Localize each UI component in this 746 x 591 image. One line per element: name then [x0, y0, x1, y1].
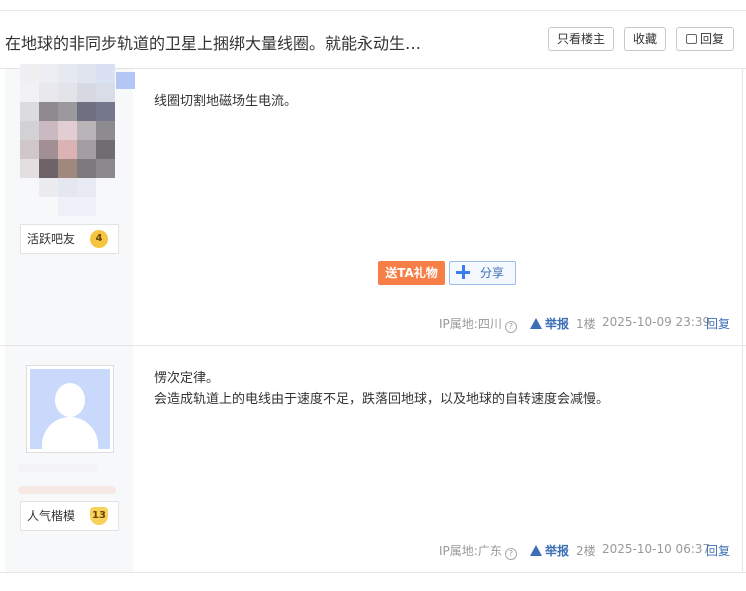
report-link[interactable]: 举报	[530, 542, 569, 559]
floor-number: 2楼	[576, 544, 596, 558]
default-avatar-icon	[30, 369, 110, 449]
ip-location: IP属地:广东?	[439, 542, 517, 560]
reply-link[interactable]: 回复	[706, 542, 730, 559]
post-time: 2025-10-10 06:37	[602, 542, 711, 556]
post-time: 2025-10-09 23:39	[602, 315, 711, 329]
avatar[interactable]	[20, 64, 135, 216]
member-title-label: 人气楷模	[27, 509, 76, 523]
member-title-label: 活跃吧友	[27, 232, 76, 246]
help-icon[interactable]: ?	[504, 321, 517, 333]
only-op-button[interactable]: 只看楼主	[548, 27, 614, 51]
reply-button-label: 回复	[699, 32, 724, 46]
level-icon: 13	[90, 507, 108, 525]
reply-button[interactable]: 回复	[676, 27, 734, 51]
post-text-line: 会造成轨道上的电线由于速度不足，跌落回地球，以及地球的自转速度会减慢。	[154, 392, 610, 407]
share-label: 分享	[480, 266, 505, 280]
favorite-button[interactable]: 收藏	[624, 27, 666, 51]
level-icon: 4	[90, 230, 108, 248]
floor-number: 1楼	[576, 317, 596, 331]
post-floor-2: 人气楷模 13 愣次定律。 会造成轨道上的电线由于速度不足，跌落回地球，以及地球…	[0, 346, 746, 573]
post-text-line: 线圈切割地磁场生电流。	[154, 94, 298, 109]
post-text-line: 愣次定律。	[154, 371, 220, 386]
post-meta: IP属地:广东? 举报 2楼 2025-10-10 06:37 回复	[0, 542, 746, 560]
report-label: 举报	[545, 317, 570, 331]
ip-location: IP属地:四川?	[439, 315, 517, 333]
report-label: 举报	[545, 544, 570, 558]
username-blurred	[18, 464, 98, 472]
member-title-badge[interactable]: 活跃吧友 4	[20, 224, 119, 254]
warning-icon	[530, 545, 542, 556]
send-gift-button[interactable]: 送TA礼物	[378, 261, 445, 285]
post-content: 愣次定律。 会造成轨道上的电线由于速度不足，跌落回地球，以及地球的自转速度会减慢…	[154, 368, 609, 410]
post-content: 线圈切割地磁场生电流。	[154, 91, 297, 112]
content-border	[742, 69, 743, 572]
post-floor-1: 活跃吧友 4 线圈切割地磁场生电流。 送TA礼物 分享 IP属地:四川? 举报 …	[0, 64, 746, 346]
help-icon[interactable]: ?	[504, 548, 517, 560]
reply-link[interactable]: 回复	[706, 315, 730, 332]
plus-icon	[456, 265, 470, 279]
thread-title: 在地球的非同步轨道的卫星上捆绑大量线圈。就能永动生…	[5, 34, 422, 53]
ip-location-text: IP属地:四川	[439, 317, 502, 331]
share-button[interactable]: 分享	[449, 261, 516, 285]
thread-header: 在地球的非同步轨道的卫星上捆绑大量线圈。就能永动生… 只看楼主 收藏 回复	[0, 11, 746, 69]
report-link[interactable]: 举报	[530, 315, 569, 332]
avatar[interactable]	[26, 365, 114, 453]
comment-icon	[685, 34, 697, 44]
username-blurred	[18, 486, 116, 494]
warning-icon	[530, 318, 542, 329]
member-title-badge[interactable]: 人气楷模 13	[20, 501, 119, 531]
ip-location-text: IP属地:广东	[439, 544, 502, 558]
post-meta: IP属地:四川? 举报 1楼 2025-10-09 23:39 回复	[0, 315, 746, 333]
